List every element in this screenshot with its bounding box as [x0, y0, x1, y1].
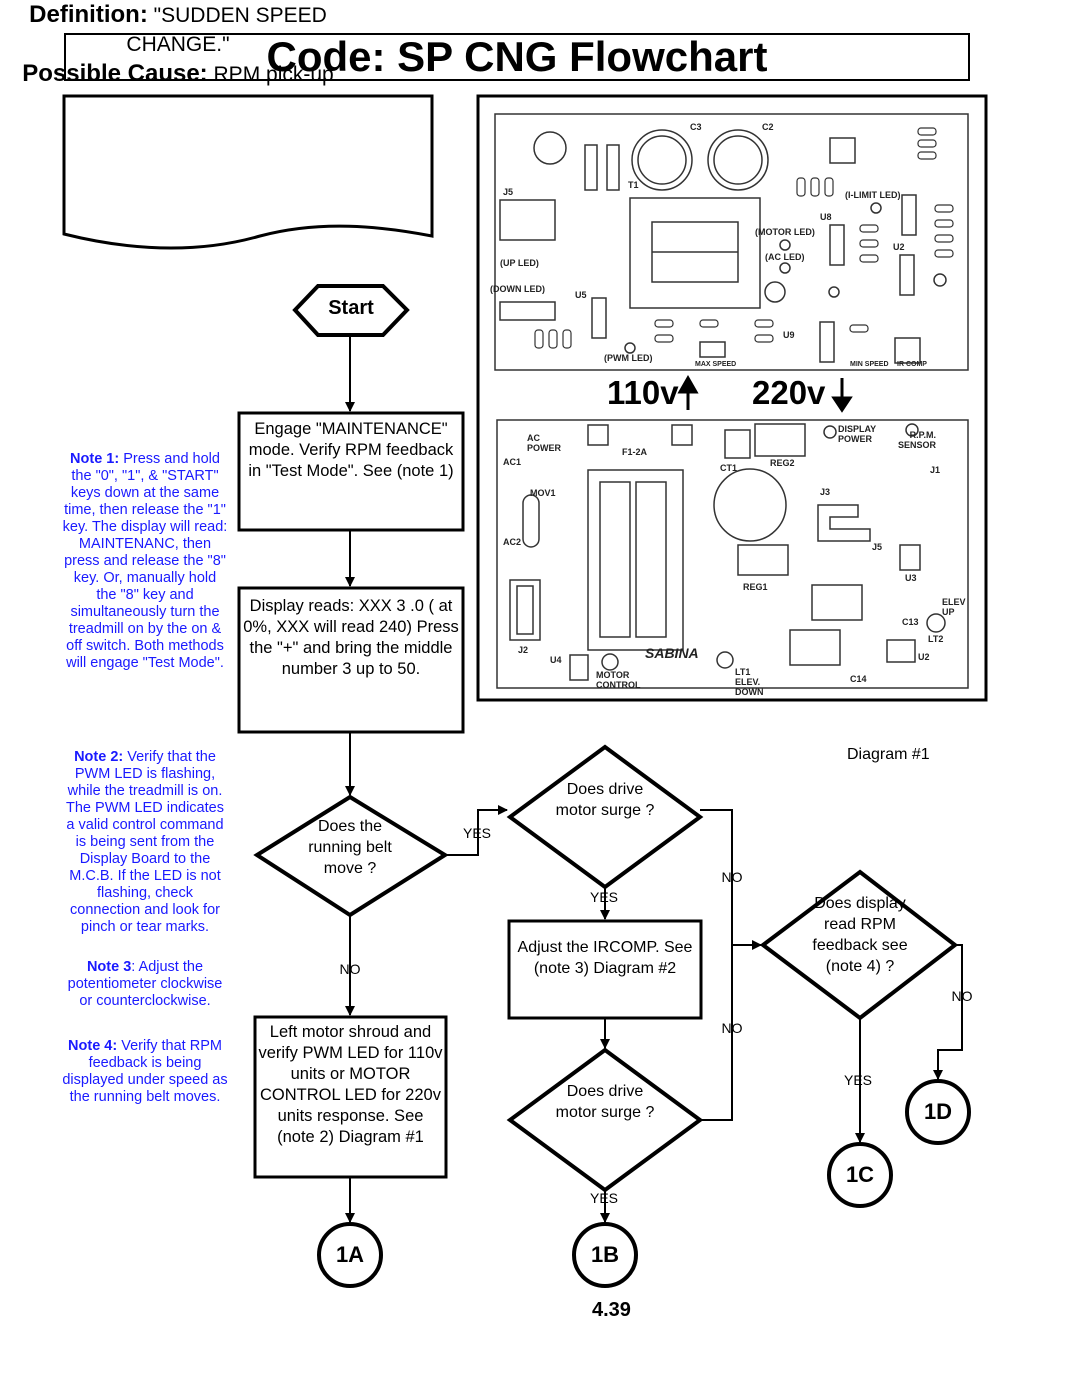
- board-label: AC1: [503, 457, 522, 467]
- board-label: MIN SPEED: [850, 361, 889, 368]
- board-label: C3: [690, 122, 702, 132]
- no-label: NO: [339, 961, 361, 977]
- definition-box: [62, 94, 434, 250]
- note-4-label: Note 4:: [68, 1038, 118, 1054]
- yes-label: YES: [589, 889, 619, 905]
- note-2-label: Note 2:: [74, 749, 124, 765]
- board-label: U4: [550, 655, 562, 665]
- adjust-text: Adjust the IRCOMP. See (note 3) Diagram …: [517, 939, 693, 977]
- end-1d-label: 1D: [923, 1099, 953, 1124]
- start-label: Start: [328, 297, 374, 319]
- board-label: (UP LED): [500, 258, 539, 268]
- end-1a-label: 1A: [335, 1242, 365, 1267]
- board-label: U2: [893, 242, 905, 252]
- yes-label: YES: [589, 1190, 619, 1206]
- yes-label: YES: [843, 1072, 873, 1088]
- yes-label: YES: [462, 825, 492, 841]
- diagram-frame: [476, 94, 988, 702]
- label-110v: 110v: [607, 374, 679, 411]
- end-1b-label: 1B: [590, 1242, 620, 1267]
- board-label: T1: [628, 180, 639, 190]
- no-label: NO: [951, 988, 973, 1004]
- board-label: J3: [820, 487, 831, 497]
- board-label: F1-2A: [622, 447, 648, 457]
- note-4: Note 4: Verify that RPM feedback is bein…: [62, 1038, 228, 1106]
- left-motor-text: Left motor shroud and verify PWM LED for…: [258, 1023, 443, 1146]
- surge1-text: Does drive motor surge ?: [555, 781, 655, 819]
- board-label: AC POWER: [527, 433, 562, 453]
- page-number: 4.39: [592, 1299, 631, 1321]
- board-label: U2: [918, 652, 930, 662]
- note-2: Note 2: Verify that the PWM LED is flash…: [62, 749, 228, 936]
- sabina-logo: SABINA: [645, 645, 699, 661]
- board-label: C14: [850, 674, 867, 684]
- engage-text: Engage "MAINTENANCE" mode. Verify RPM fe…: [248, 420, 454, 480]
- board-label: J2: [518, 645, 529, 655]
- no-label: NO: [721, 869, 743, 885]
- note-1-text: Press and hold the "0", "1", & "START" k…: [62, 451, 228, 671]
- board-label: LT2: [928, 634, 944, 644]
- board-label: MOV1: [530, 488, 556, 498]
- board-label: (AC LED): [765, 252, 805, 262]
- board-label: (I-LIMIT LED): [845, 190, 901, 200]
- note-2-text: Verify that the PWM LED is flashing, whi…: [66, 749, 224, 935]
- board-label: IR COMP: [897, 361, 927, 368]
- board-label: J5: [872, 542, 883, 552]
- board-label: (PWM LED): [604, 353, 653, 363]
- board-label: U3: [905, 573, 917, 583]
- label-220v: 220v: [752, 374, 826, 411]
- board-label: R.P.M. SENSOR: [897, 430, 936, 450]
- flowchart-shapes: [62, 94, 988, 1288]
- rpm-feedback-text: Does display read RPM feedback see (note…: [812, 895, 908, 975]
- board-label: (MOTOR LED): [755, 227, 815, 237]
- board-label: U5: [575, 290, 587, 300]
- board-label: MOTOR CONTROL: [596, 670, 641, 690]
- board-label: (DOWN LED): [490, 284, 545, 294]
- board-label: C2: [762, 122, 774, 132]
- board-label: ELEV UP: [942, 597, 966, 617]
- belt-move-text: Does the running belt move ?: [308, 818, 392, 877]
- board-label: J5: [503, 187, 514, 197]
- note-3-label: Note 3: [86, 959, 132, 975]
- note-3: Note 3: Adjust the potentiometer clockwi…: [62, 959, 228, 1010]
- board-label: MAX SPEED: [695, 361, 737, 368]
- board-label: J1: [930, 465, 941, 475]
- surge2-text: Does drive motor surge ?: [555, 1083, 655, 1121]
- board-label: C13: [902, 617, 919, 627]
- board-label: U9: [783, 330, 795, 340]
- diagram-caption: Diagram #1: [847, 746, 930, 763]
- board-label: U8: [820, 212, 832, 222]
- board-label: REG2: [770, 458, 795, 468]
- note-1-label: Note 1:: [70, 451, 120, 467]
- no-label: NO: [721, 1020, 743, 1036]
- display-text: Display reads: XXX 3 .0 ( at 0%, XXX wil…: [243, 597, 459, 678]
- end-1c-label: 1C: [845, 1162, 875, 1187]
- board-label: CT1: [720, 463, 738, 473]
- board-label: LT1 ELEV. DOWN: [735, 667, 764, 697]
- board-label: AC2: [503, 537, 522, 547]
- board-label: REG1: [743, 582, 768, 592]
- note-1: Note 1: Press and hold the "0", "1", & "…: [62, 451, 228, 672]
